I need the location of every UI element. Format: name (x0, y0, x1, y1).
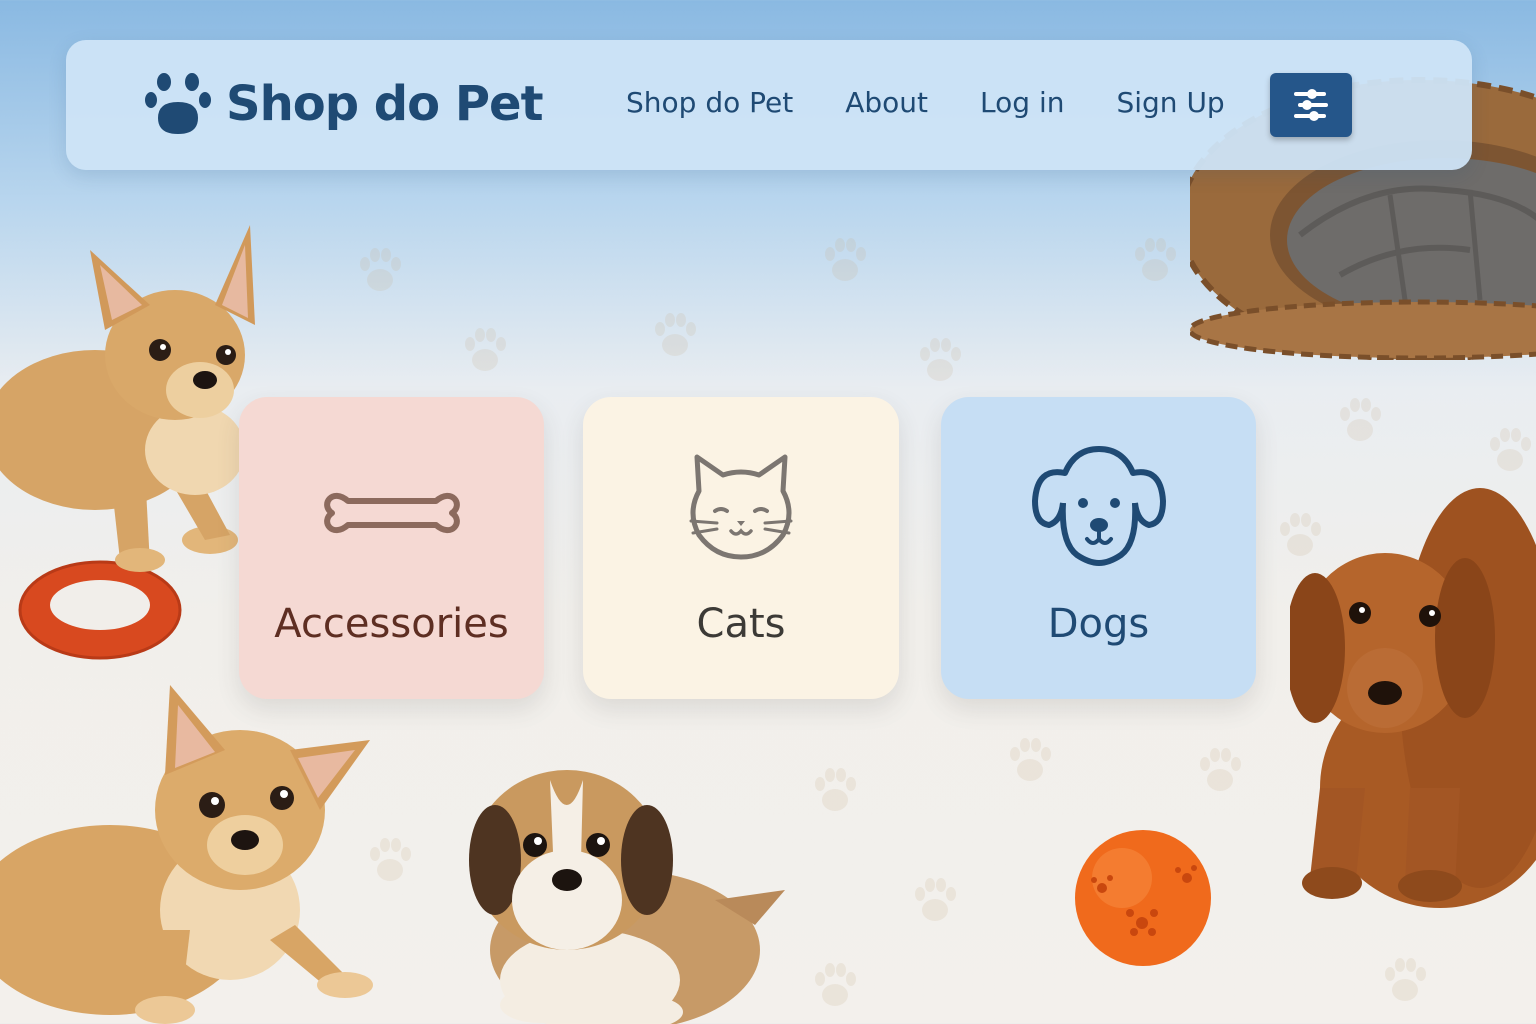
category-card-cats[interactable]: Cats (583, 397, 899, 699)
cat-icon (689, 454, 793, 560)
paw-print-icon (455, 320, 515, 380)
category-label: Dogs (1047, 601, 1150, 647)
nav-link-about[interactable]: About (845, 86, 928, 119)
menu-button[interactable] (1270, 73, 1352, 137)
category-label: Accessories (274, 601, 509, 647)
paw-print-icon (1125, 230, 1185, 290)
category-label: Cats (696, 601, 786, 647)
chihuahua-dog-image (0, 225, 255, 572)
nav-links: Shop do Pet About Log in Sign Up (626, 86, 1277, 119)
dachshund-dog-image (1290, 488, 1536, 908)
nav-link-login[interactable]: Log in (980, 86, 1064, 119)
paw-print-icon (1190, 740, 1250, 800)
puppy-dog-image (469, 770, 785, 1024)
paw-icon (145, 73, 211, 134)
paw-print-icon (905, 870, 965, 930)
category-card-dogs[interactable]: Dogs (941, 397, 1256, 699)
paw-print-icon (350, 240, 410, 300)
paw-print-icon (805, 955, 865, 1015)
paw-print-icon (1000, 730, 1060, 790)
brand[interactable]: Shop do Pet (144, 70, 544, 138)
paw-print-icon (1375, 950, 1435, 1010)
dog-icon (1031, 445, 1166, 566)
paw-print-icon (815, 230, 875, 290)
brand-name: Shop do Pet (226, 76, 544, 132)
nav-link-signup[interactable]: Sign Up (1116, 86, 1224, 119)
paw-print-icon (1330, 390, 1390, 450)
paw-print-icon (805, 760, 865, 820)
paw-print-icon (645, 305, 705, 365)
menu-icon (1294, 89, 1328, 121)
chihuahua-dog-image (0, 685, 373, 1024)
category-card-accessories[interactable]: Accessories (239, 397, 544, 699)
ball-toy-image (1075, 830, 1211, 966)
paw-print-icon (1480, 420, 1536, 480)
bone-icon (323, 492, 460, 534)
nav-link-shop[interactable]: Shop do Pet (626, 86, 793, 119)
paw-print-icon (910, 330, 970, 390)
navbar: Shop do Pet Shop do Pet About Log in Sig… (66, 40, 1472, 170)
